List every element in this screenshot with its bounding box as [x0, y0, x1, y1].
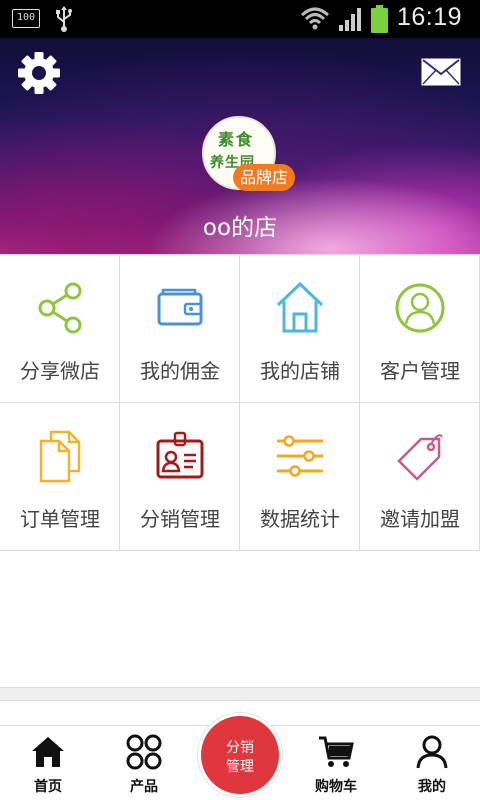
- mail-icon[interactable]: [421, 58, 461, 86]
- grid-item-label: 分享微店: [20, 359, 100, 383]
- tab-label: 我的: [418, 779, 446, 795]
- user-icon: [416, 735, 448, 769]
- wallet-icon: [157, 288, 203, 326]
- tab-label: 购物车: [315, 779, 357, 795]
- function-grid: 分享微店 我的佣金 我的店铺 客户管理 订单管理 分销管理 数据统计 邀请加盟: [0, 254, 480, 551]
- grid-item-statistics[interactable]: 数据统计: [240, 403, 360, 551]
- tab-me[interactable]: 我的: [384, 726, 480, 800]
- tab-home[interactable]: 首页: [0, 726, 96, 800]
- usb-icon: [56, 6, 72, 32]
- app-screen: 100 16:19 素食 养生园 品牌店 oo的店 分享微店 我的佣金 我的店铺…: [0, 0, 480, 800]
- tab-label: 首页: [34, 779, 62, 795]
- signal-icon: [339, 8, 361, 31]
- home-icon: [276, 281, 324, 333]
- share-icon: [38, 282, 82, 334]
- battery-icon: [371, 5, 388, 33]
- home-icon: [32, 737, 64, 767]
- user-circle-icon: [395, 283, 445, 333]
- grid-item-customers[interactable]: 客户管理: [360, 255, 480, 403]
- brand-store-badge: 品牌店: [233, 164, 296, 191]
- distribution-center-button[interactable]: 分销 管理: [198, 713, 282, 797]
- section-divider: [0, 687, 480, 701]
- avatar-logo-text: 素食: [218, 130, 255, 149]
- documents-icon: [39, 430, 81, 483]
- battery-percent-icon: 100: [12, 9, 40, 28]
- tab-cart[interactable]: 购物车: [288, 726, 384, 800]
- grid-item-commission[interactable]: 我的佣金: [120, 255, 240, 403]
- cart-icon: [319, 736, 354, 767]
- settings-gear-icon[interactable]: [16, 50, 62, 96]
- grid-item-label: 邀请加盟: [380, 507, 460, 531]
- center-button-label: 分销 管理: [226, 740, 254, 775]
- grid-item-orders[interactable]: 订单管理: [0, 403, 120, 551]
- tab-label: 产品: [130, 779, 158, 795]
- grid-item-label: 我的佣金: [140, 359, 220, 383]
- grid-icon: [126, 734, 162, 770]
- grid-item-invite[interactable]: 邀请加盟: [360, 403, 480, 551]
- grid-item-label: 订单管理: [20, 507, 100, 531]
- sliders-icon: [277, 435, 323, 477]
- grid-item-label: 我的店铺: [260, 359, 340, 383]
- shop-header: 素食 养生园 品牌店 oo的店: [0, 38, 480, 254]
- status-bar: 100 16:19: [0, 0, 480, 38]
- tab-products[interactable]: 产品: [96, 726, 192, 800]
- id-badge-icon: [156, 431, 204, 479]
- grid-item-my-store[interactable]: 我的店铺: [240, 255, 360, 403]
- wifi-icon: [300, 7, 330, 30]
- shop-name: oo的店: [202, 215, 278, 241]
- grid-item-distribution[interactable]: 分销管理: [120, 403, 240, 551]
- grid-item-label: 数据统计: [260, 507, 340, 531]
- grid-item-share[interactable]: 分享微店: [0, 255, 120, 403]
- tag-icon: [397, 434, 443, 481]
- status-time: 16:19: [397, 3, 463, 31]
- grid-item-label: 分销管理: [140, 507, 220, 531]
- grid-item-label: 客户管理: [380, 359, 460, 383]
